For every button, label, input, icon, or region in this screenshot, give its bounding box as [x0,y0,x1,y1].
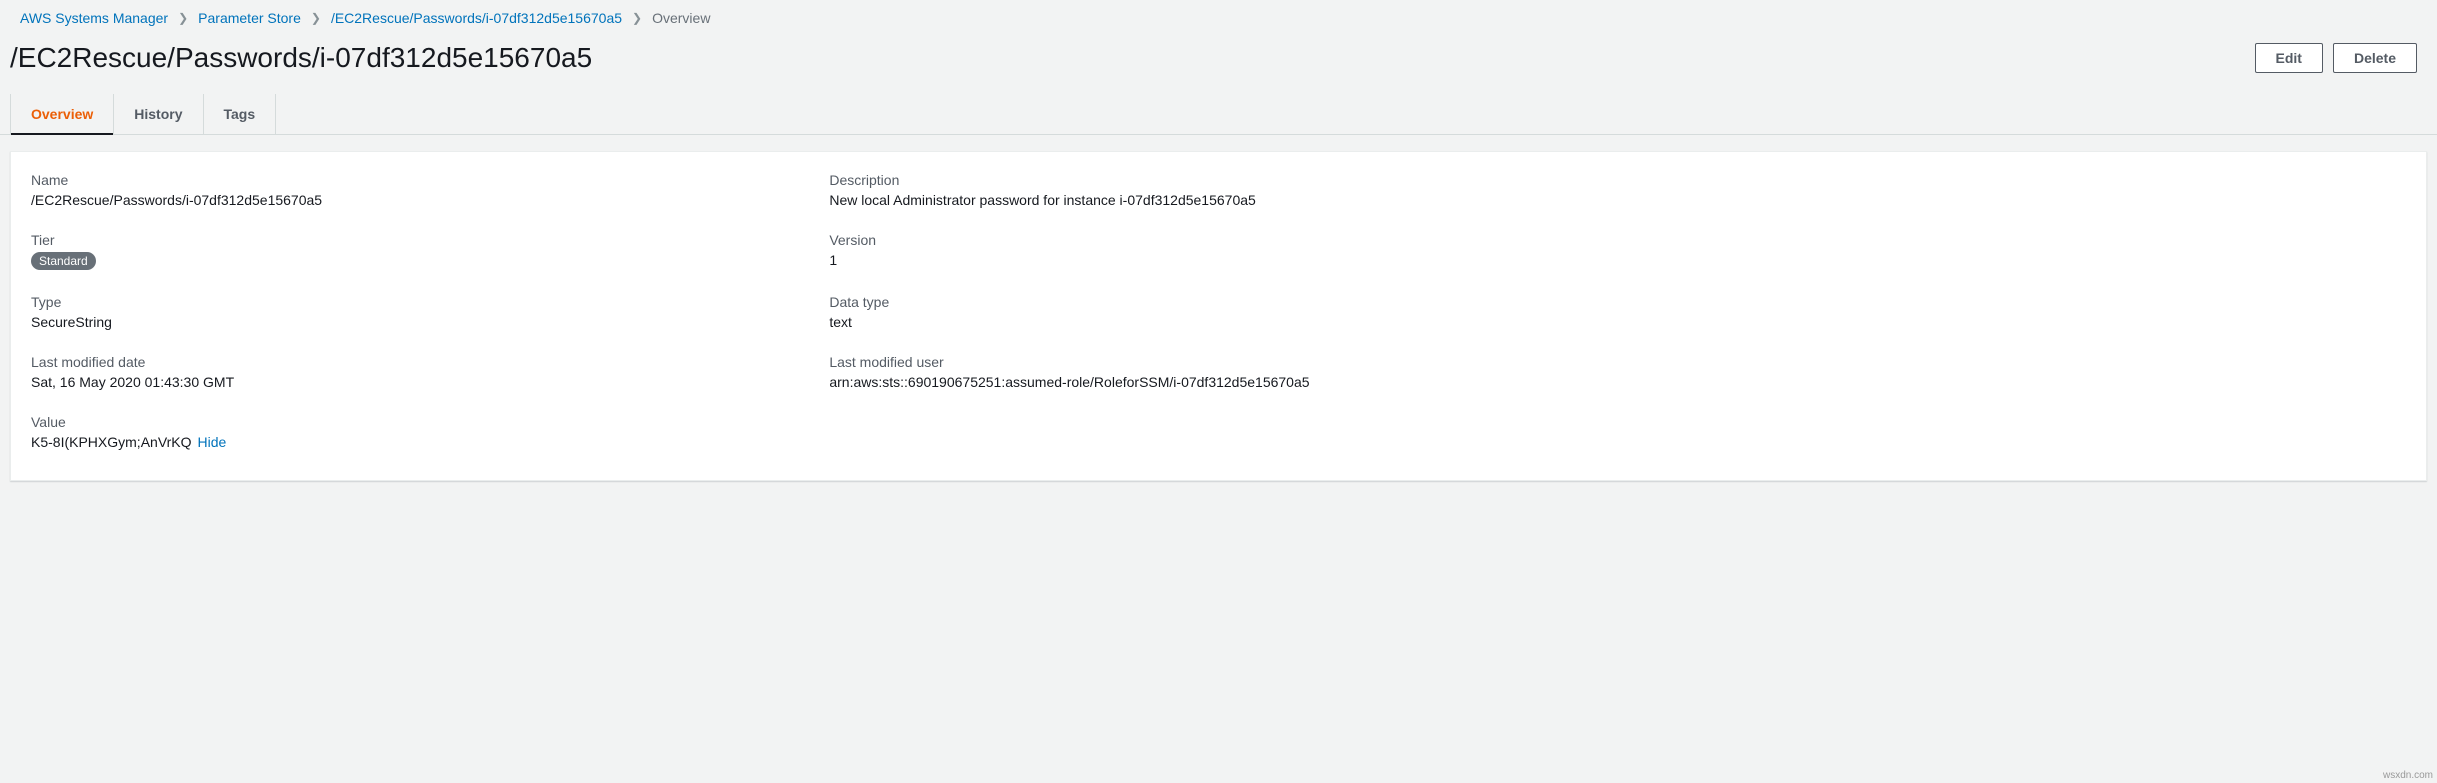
chevron-right-icon: ❯ [632,11,642,25]
field-description-value: New local Administrator password for ins… [829,192,1607,208]
footer-watermark: wsxdn.com [2383,770,2433,781]
chevron-right-icon: ❯ [178,11,188,25]
field-last-modified-user-label: Last modified user [829,354,1607,370]
value-hide-link[interactable]: Hide [198,434,227,450]
tier-badge: Standard [31,252,96,270]
tabs: Overview History Tags [0,94,2437,135]
field-value-label: Value [31,414,809,430]
tab-overview[interactable]: Overview [10,94,114,134]
field-version-label: Version [829,232,1607,248]
field-last-modified-date-value: Sat, 16 May 2020 01:43:30 GMT [31,374,809,390]
field-type: Type SecureString [31,294,809,330]
field-type-label: Type [31,294,809,310]
field-description-label: Description [829,172,1607,188]
breadcrumb-link-parameter[interactable]: /EC2Rescue/Passwords/i-07df312d5e15670a5 [331,10,622,26]
field-tier-label: Tier [31,232,809,248]
tab-tags[interactable]: Tags [204,94,277,134]
page-title: /EC2Rescue/Passwords/i-07df312d5e15670a5 [10,42,592,74]
field-value-text: K5-8I(KPHXGym;AnVrKQ [31,434,192,450]
breadcrumb: AWS Systems Manager ❯ Parameter Store ❯ … [0,0,2437,36]
edit-button[interactable]: Edit [2255,43,2323,73]
field-value: Value K5-8I(KPHXGym;AnVrKQ Hide [31,414,809,450]
field-data-type-label: Data type [829,294,1607,310]
field-name-value: /EC2Rescue/Passwords/i-07df312d5e15670a5 [31,192,809,208]
field-data-type: Data type text [829,294,1607,330]
chevron-right-icon: ❯ [311,11,321,25]
field-data-type-value: text [829,314,1607,330]
breadcrumb-link-systems-manager[interactable]: AWS Systems Manager [20,10,168,26]
breadcrumb-current: Overview [652,10,710,26]
overview-panel: Name /EC2Rescue/Passwords/i-07df312d5e15… [10,151,2427,481]
field-version-value: 1 [829,252,1607,268]
page-actions: Edit Delete [2255,43,2417,73]
field-name-label: Name [31,172,809,188]
field-version: Version 1 [829,232,1607,270]
page-header: /EC2Rescue/Passwords/i-07df312d5e15670a5… [0,36,2437,94]
field-last-modified-date: Last modified date Sat, 16 May 2020 01:4… [31,354,809,390]
field-last-modified-user-value: arn:aws:sts::690190675251:assumed-role/R… [829,374,1607,390]
field-name: Name /EC2Rescue/Passwords/i-07df312d5e15… [31,172,809,208]
tab-history[interactable]: History [114,94,203,134]
field-type-value: SecureString [31,314,809,330]
field-last-modified-user: Last modified user arn:aws:sts::69019067… [829,354,1607,390]
field-tier: Tier Standard [31,232,809,270]
field-last-modified-date-label: Last modified date [31,354,809,370]
breadcrumb-link-parameter-store[interactable]: Parameter Store [198,10,301,26]
field-description: Description New local Administrator pass… [829,172,1607,208]
delete-button[interactable]: Delete [2333,43,2417,73]
